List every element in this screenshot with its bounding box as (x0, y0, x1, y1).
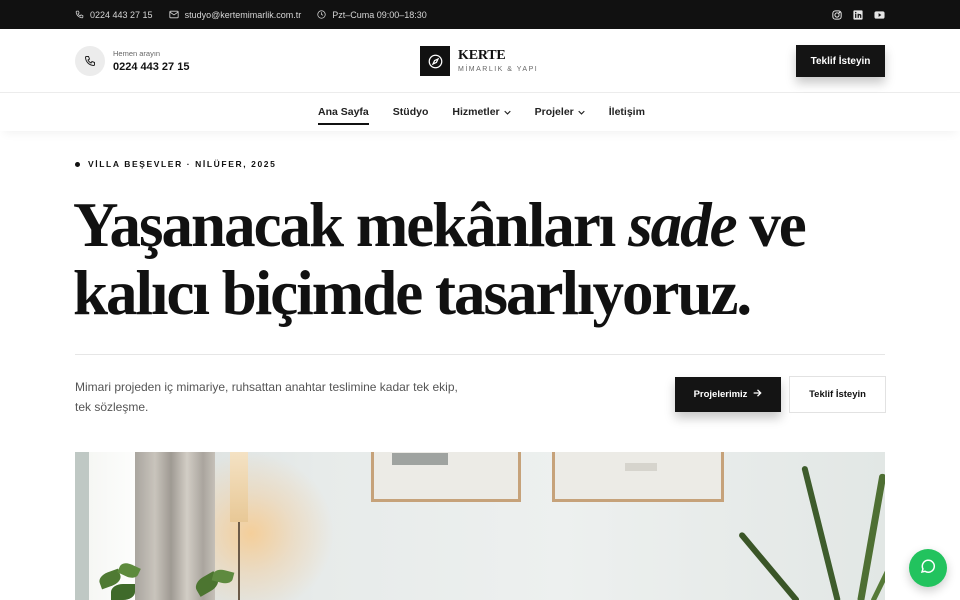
mail-icon (168, 10, 179, 19)
nav-item-label: Stüdyo (392, 106, 429, 118)
headline-line-1: Yaşanacak mekânları sade ve (73, 191, 833, 259)
headline-part-2: ve (735, 190, 806, 260)
nav-item-label: Projeler (534, 106, 574, 118)
youtube-icon[interactable] (874, 10, 885, 20)
logo-text: KERTE MİMARLIK & YAPI (458, 48, 538, 74)
main-nav: Ana Sayfa Stüdyo Hizmetler Projeler İlet… (0, 93, 960, 131)
whatsapp-icon (919, 557, 937, 580)
eyebrow-text: VİLLA BEŞEVLER · NİLÜFER, 2025 (88, 159, 277, 169)
top-phone-text: 0224 443 27 15 (90, 9, 153, 20)
chat-button[interactable] (909, 549, 947, 587)
nav-item-label: Hizmetler (452, 106, 500, 118)
chevron-down-icon (578, 106, 585, 118)
hero-headline: Yaşanacak mekânları sade ve kalıcı biçim… (73, 191, 833, 327)
logo-name: KERTE (458, 48, 506, 63)
projects-button[interactable]: Projelerimiz (675, 377, 781, 412)
top-email[interactable]: studyo@kertemimarlik.com.tr (168, 9, 302, 20)
headline-line-2: kalıcı biçimde tasarlıyoruz. (73, 258, 752, 328)
nav-items: Ana Sayfa Stüdyo Hizmetler Projeler İlet… (318, 93, 645, 131)
top-hours-text: Pzt–Cuma 09:00–18:30 (332, 9, 427, 20)
call-label: Hemen arayın (113, 48, 161, 58)
phone-circle-icon (75, 46, 105, 76)
nav-item-home[interactable]: Ana Sayfa (318, 93, 369, 131)
call-text: Hemen arayın 0224 443 27 15 (113, 49, 189, 74)
nav-item-label: İletişim (608, 106, 645, 118)
phone-icon (75, 10, 84, 19)
nav-item-label: Ana Sayfa (318, 106, 369, 118)
hero-image (75, 452, 885, 600)
wall-frame (371, 452, 521, 502)
site-logo[interactable]: KERTE MİMARLIK & YAPI (420, 46, 538, 76)
social-links (832, 0, 885, 29)
site-header: Hemen arayın 0224 443 27 15 KERTE MİMARL… (0, 29, 960, 93)
arrow-right-icon (753, 389, 763, 400)
top-hours: Pzt–Cuma 09:00–18:30 (317, 10, 427, 20)
projects-button-label: Projelerimiz (693, 389, 748, 400)
top-phone[interactable]: 0224 443 27 15 (75, 10, 153, 20)
nav-item-studio[interactable]: Stüdyo (393, 93, 429, 131)
headline-emphasis: sade (628, 190, 737, 260)
hero-eyebrow: VİLLA BEŞEVLER · NİLÜFER, 2025 (75, 159, 276, 169)
bullet-dot-icon (75, 161, 80, 167)
hero-description: Mimari projeden iç mimariye, ruhsattan a… (75, 380, 458, 414)
top-bar: 0224 443 27 15 studyo@kertemimarlik.com.… (0, 0, 960, 29)
top-email-text: studyo@kertemimarlik.com.tr (184, 9, 302, 20)
hero-quote-button[interactable]: Teklif İsteyin (789, 376, 886, 413)
chevron-down-icon (503, 106, 511, 118)
hero-divider (75, 354, 885, 355)
call-number: 0224 443 27 15 (113, 60, 190, 73)
compass-icon (420, 46, 450, 76)
nav-item-projects[interactable]: Projeler (535, 93, 585, 131)
call-block[interactable]: Hemen arayın 0224 443 27 15 (75, 46, 189, 76)
nav-item-services[interactable]: Hizmetler (452, 93, 511, 131)
clock-icon (317, 10, 326, 19)
wall-frame (552, 452, 724, 502)
headline-part-1: Yaşanacak mekânları (73, 190, 629, 260)
nav-item-contact[interactable]: İletişim (609, 93, 645, 131)
logo-subtitle: MİMARLIK & YAPI (458, 66, 539, 73)
instagram-icon[interactable] (832, 9, 842, 20)
top-contact-info: 0224 443 27 15 studyo@kertemimarlik.com.… (75, 0, 427, 29)
header-quote-button[interactable]: Teklif İsteyin (796, 45, 885, 77)
linkedin-icon[interactable] (853, 9, 863, 20)
